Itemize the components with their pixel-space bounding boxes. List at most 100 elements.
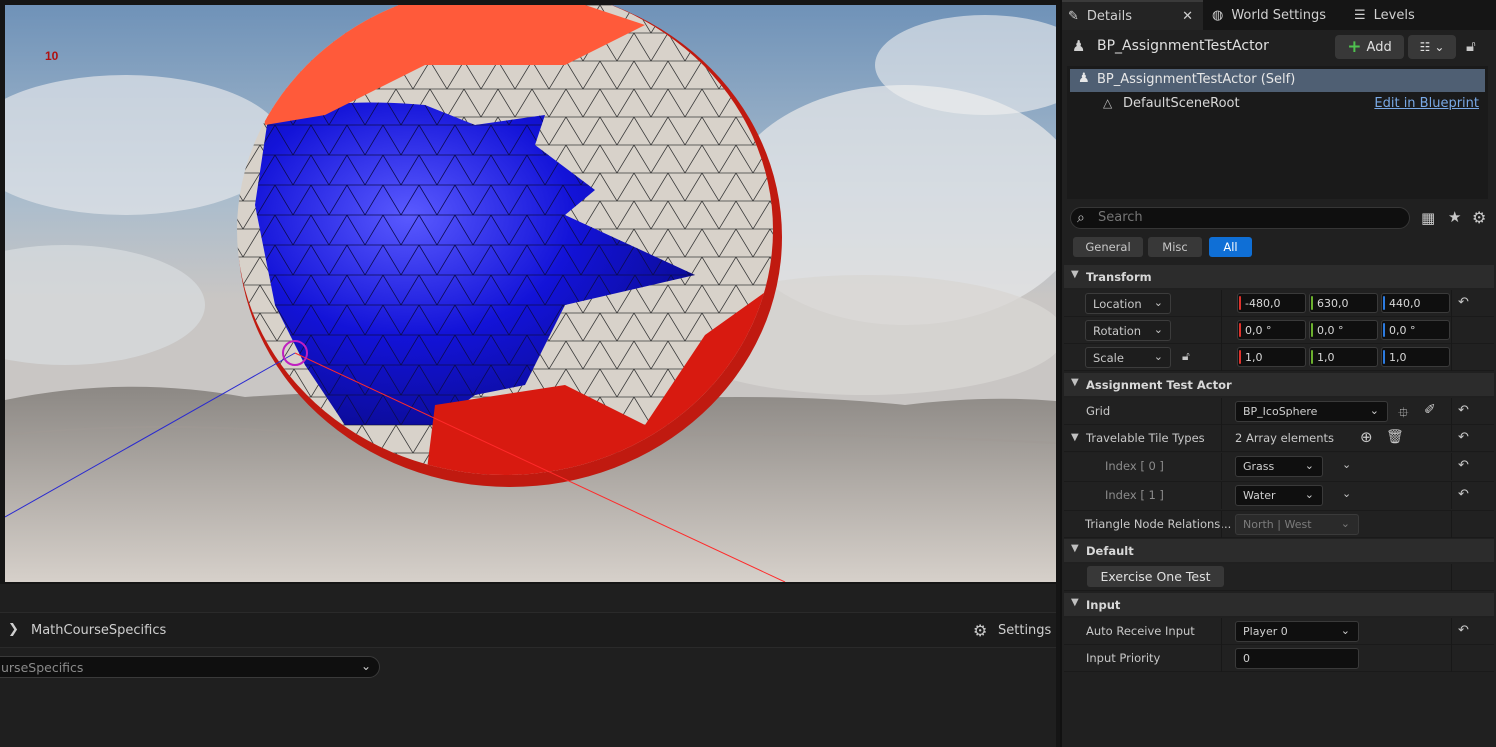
layers-icon: ☰ xyxy=(1354,7,1366,23)
tree-item-self[interactable]: ♟ BP_AssignmentTestActor (Self) xyxy=(1070,69,1485,92)
property-grid: Grid BP_IcoSphere ⌄ ⯐ ✐ ↶ xyxy=(1064,398,1494,425)
index0-select[interactable]: Grass ⌄ xyxy=(1235,456,1323,477)
location-y-field[interactable]: 630,0 xyxy=(1309,293,1378,313)
settings-button[interactable]: Settings xyxy=(998,623,1051,638)
column-divider xyxy=(1451,290,1452,317)
add-element-icon[interactable]: ⊕ xyxy=(1360,428,1373,446)
section-assignment-test-actor[interactable]: ▼ Assignment Test Actor xyxy=(1064,373,1494,396)
reset-icon[interactable]: ↶ xyxy=(1458,403,1469,418)
rotation-y-field[interactable]: 0,0 ° xyxy=(1309,320,1378,340)
add-component-button[interactable]: + Add xyxy=(1335,35,1404,59)
gear-icon[interactable]: ⚙ xyxy=(1472,208,1486,227)
section-title: Transform xyxy=(1086,270,1152,284)
chevron-down-icon[interactable]: ⌄ xyxy=(1342,487,1351,500)
input-priority-label: Input Priority xyxy=(1086,651,1161,665)
property-travelable-tile-types: ▼ Travelable Tile Types 2 Array elements… xyxy=(1064,425,1494,452)
lock-icon[interactable]: 🔓︎ xyxy=(1466,37,1476,55)
property-input-priority: Input Priority 0 xyxy=(1064,645,1494,672)
property-index-0: Index [ 0 ] Grass ⌄ ⌄ ↶ xyxy=(1064,453,1494,482)
chevron-right-icon[interactable]: ❯ xyxy=(8,622,19,637)
location-z-field[interactable]: 440,0 xyxy=(1381,293,1450,313)
reset-icon[interactable]: ↶ xyxy=(1458,430,1469,445)
chevron-down-icon: ⌄ xyxy=(1340,624,1350,637)
chevron-down-icon: ⌄ xyxy=(1434,40,1445,54)
chevron-down-icon[interactable]: ⌄ xyxy=(1342,458,1351,471)
blueprint-options-button[interactable]: ☷ ⌄ xyxy=(1408,35,1456,59)
section-input[interactable]: ▼ Input xyxy=(1064,593,1494,616)
scale-label: Scale xyxy=(1093,351,1124,365)
tab-levels[interactable]: ☰ Levels xyxy=(1348,0,1468,30)
plus-icon: + xyxy=(1347,37,1362,57)
location-select[interactable]: Location ⌄ xyxy=(1085,293,1171,314)
triangle-select[interactable]: North | West ⌄ xyxy=(1235,514,1359,535)
triangle-value: North | West xyxy=(1243,518,1312,531)
scale-z-field[interactable]: 1,0 xyxy=(1381,347,1450,367)
triangle-down-icon[interactable]: ▼ xyxy=(1071,432,1079,443)
actor-icon: ♟ xyxy=(1078,71,1090,86)
chevron-down-icon: ⌄ xyxy=(1304,488,1314,501)
reset-icon[interactable]: ↶ xyxy=(1458,295,1469,310)
eyedropper-icon[interactable]: ✐ xyxy=(1424,402,1436,418)
auto-receive-select[interactable]: Player 0 ⌄ xyxy=(1235,621,1359,642)
lock-icon[interactable]: 🔓︎ xyxy=(1182,349,1190,364)
scale-select[interactable]: Scale ⌄ xyxy=(1085,347,1171,368)
rotation-z-field[interactable]: 0,0 ° xyxy=(1381,320,1450,340)
close-icon[interactable]: ✕ xyxy=(1182,9,1193,24)
tab-world-settings[interactable]: ◍ World Settings xyxy=(1206,0,1346,30)
scene-root-icon: △ xyxy=(1103,96,1113,110)
trash-icon[interactable]: 🗑︎ xyxy=(1386,429,1404,445)
property-scale: Scale ⌄ 🔓︎ 1,0 1,0 1,0 xyxy=(1064,344,1494,371)
table-view-icon[interactable]: ▦ xyxy=(1421,209,1435,227)
reset-icon[interactable]: ↶ xyxy=(1458,487,1469,502)
tree-item-default-scene-root[interactable]: △ DefaultSceneRoot Edit in Blueprint xyxy=(1070,93,1485,115)
property-rotation: Rotation ⌄ 0,0 ° 0,0 ° 0,0 ° xyxy=(1064,317,1494,344)
browse-icon[interactable]: ⯐ xyxy=(1398,402,1409,426)
section-default[interactable]: ▼ Default xyxy=(1064,539,1494,562)
grid-asset-select[interactable]: BP_IcoSphere ⌄ xyxy=(1235,401,1388,422)
scale-x-field[interactable]: 1,0 xyxy=(1237,347,1306,367)
location-label: Location xyxy=(1093,297,1142,311)
rotation-x-field[interactable]: 0,0 ° xyxy=(1237,320,1306,340)
input-priority-field[interactable]: 0 xyxy=(1235,648,1359,669)
tab-label: World Settings xyxy=(1231,7,1327,23)
content-panel: ❯ MathCourseSpecifics ⚙ Settings urseSpe… xyxy=(0,584,1056,747)
fps-counter: 10 xyxy=(45,49,59,63)
level-viewport[interactable]: 10 xyxy=(5,5,1056,582)
auto-receive-value: Player 0 xyxy=(1243,625,1288,638)
column-divider xyxy=(1451,645,1452,672)
section-transform[interactable]: ▼ Transform xyxy=(1064,265,1494,288)
search-icon: ⌕ xyxy=(1077,210,1085,226)
index1-select[interactable]: Water ⌄ xyxy=(1235,485,1323,506)
triangle-label: Triangle Node Relations... xyxy=(1085,517,1232,531)
star-icon[interactable]: ★ xyxy=(1448,208,1461,226)
chevron-down-icon: ⌄ xyxy=(1153,323,1163,336)
chevron-down-icon: ⌄ xyxy=(1369,404,1379,417)
edit-in-blueprint-link[interactable]: Edit in Blueprint xyxy=(1374,96,1479,111)
rotation-select[interactable]: Rotation ⌄ xyxy=(1085,320,1171,341)
reset-icon[interactable]: ↶ xyxy=(1458,623,1469,638)
search-input[interactable] xyxy=(1098,210,1398,225)
filter-misc[interactable]: Misc xyxy=(1148,237,1202,257)
filter-all[interactable]: All xyxy=(1209,237,1252,257)
exercise-one-test-button[interactable]: Exercise One Test xyxy=(1087,566,1224,587)
rotation-label: Rotation xyxy=(1093,324,1142,338)
column-divider xyxy=(1451,618,1452,645)
property-triangle-node-relations: Triangle Node Relations... North | West … xyxy=(1064,511,1494,538)
details-search[interactable]: ⌕ xyxy=(1070,207,1410,229)
blueprint-icon: ☷ xyxy=(1419,40,1431,54)
reset-icon[interactable]: ↶ xyxy=(1458,458,1469,473)
panel-combo[interactable]: urseSpecifics ⌄ xyxy=(0,656,380,678)
globe-icon: ◍ xyxy=(1212,7,1224,23)
tile-types-count: 2 Array elements xyxy=(1235,431,1335,445)
tab-details[interactable]: ✎ Details ✕ xyxy=(1062,0,1203,30)
scale-y-field[interactable]: 1,0 xyxy=(1309,347,1378,367)
panel-combo-value: urseSpecifics xyxy=(1,660,84,675)
actor-icon: ♟ xyxy=(1072,37,1086,55)
tab-bar: ✎ Details ✕ ◍ World Settings ☰ Levels xyxy=(1062,0,1496,30)
gear-icon[interactable]: ⚙ xyxy=(973,621,987,640)
property-index-1: Index [ 1 ] Water ⌄ ⌄ ↶ xyxy=(1064,482,1494,511)
actor-header: ♟ BP_AssignmentTestActor + Add ☷ ⌄ 🔓︎ xyxy=(1062,32,1496,62)
filter-general[interactable]: General xyxy=(1073,237,1143,257)
location-x-field[interactable]: -480,0 xyxy=(1237,293,1306,313)
chevron-down-icon: ⌄ xyxy=(1340,517,1350,530)
